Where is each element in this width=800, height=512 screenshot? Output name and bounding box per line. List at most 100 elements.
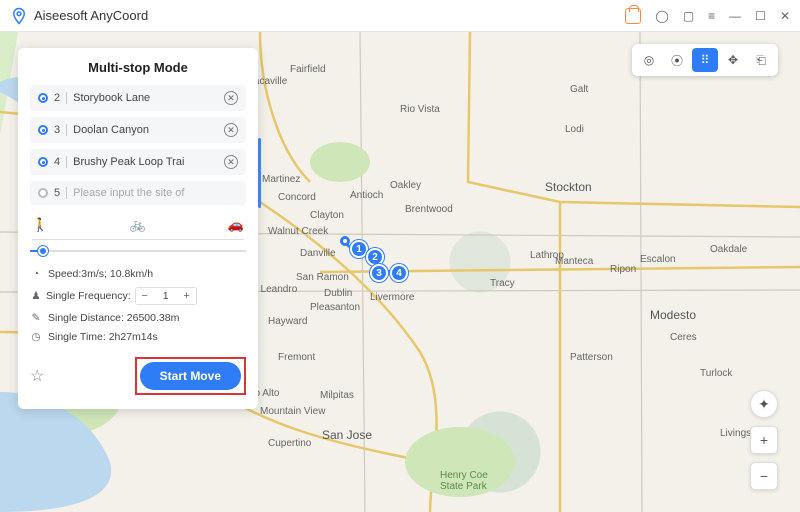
city-label: San Ramon bbox=[296, 272, 349, 283]
stop-number: 5 bbox=[54, 187, 60, 199]
city-label: Walnut Creek bbox=[268, 226, 328, 237]
city-label: Hayward bbox=[268, 316, 307, 327]
stop-row[interactable]: 3 Doolan Canyon ✕ bbox=[30, 117, 246, 143]
city-label: Stockton bbox=[545, 180, 592, 194]
zoom-in-button[interactable]: + bbox=[750, 426, 778, 454]
stop-number: 3 bbox=[54, 124, 60, 136]
city-label: Ceres bbox=[670, 332, 697, 343]
waypoint-start-dot[interactable] bbox=[340, 236, 350, 246]
stop-row[interactable]: 4 Brushy Peak Loop Trai ✕ bbox=[30, 149, 246, 175]
city-label: Turlock bbox=[700, 368, 732, 379]
city-label: Modesto bbox=[650, 308, 696, 322]
menu-icon[interactable]: ≡ bbox=[708, 9, 715, 23]
stop-number: 2 bbox=[54, 92, 60, 104]
city-label: Rio Vista bbox=[400, 104, 440, 115]
stop-placeholder: Please input the site of bbox=[73, 187, 238, 199]
window-minimize-icon[interactable]: — bbox=[729, 9, 741, 23]
freq-decrement[interactable]: − bbox=[136, 288, 154, 304]
mode-joystick-icon[interactable]: ✥ bbox=[720, 48, 746, 72]
city-label: Pleasanton bbox=[310, 302, 360, 313]
delete-stop-icon[interactable]: ✕ bbox=[224, 155, 238, 169]
city-label: Escalon bbox=[640, 254, 676, 265]
start-move-button[interactable]: Start Move bbox=[140, 362, 241, 390]
stop-row-empty[interactable]: 5 Please input the site of bbox=[30, 181, 246, 205]
city-label: Antioch bbox=[350, 190, 383, 201]
city-label: Martinez bbox=[262, 174, 300, 185]
person-icon: ♟ bbox=[30, 290, 42, 302]
freq-increment[interactable]: + bbox=[178, 288, 196, 304]
start-move-highlight: Start Move bbox=[135, 357, 246, 395]
radio-icon bbox=[38, 93, 48, 103]
city-label: Lathrop bbox=[530, 250, 564, 261]
app-title: Aiseesoft AnyCoord bbox=[34, 8, 625, 23]
radio-icon bbox=[38, 157, 48, 167]
city-label: Galt bbox=[570, 84, 588, 95]
waypoint-marker[interactable]: 3 bbox=[370, 264, 388, 282]
waypoint-marker[interactable]: 4 bbox=[390, 264, 408, 282]
city-label: Patterson bbox=[570, 352, 613, 363]
panel-title: Multi-stop Mode bbox=[30, 60, 246, 75]
city-label: Fairfield bbox=[290, 64, 326, 75]
compass-button[interactable]: ✦ bbox=[750, 390, 778, 418]
city-label: Lodi bbox=[565, 124, 584, 135]
city-label: Danville bbox=[300, 248, 336, 259]
stop-row[interactable]: 2 Storybook Lane ✕ bbox=[30, 85, 246, 111]
city-label: Livermore bbox=[370, 292, 414, 303]
city-label: Tracy bbox=[490, 278, 515, 289]
freq-value: 1 bbox=[154, 290, 178, 302]
cart-icon[interactable] bbox=[625, 8, 641, 24]
speed-readout: ◔Speed:3m/s; 10.8km/h bbox=[30, 268, 246, 280]
stop-number: 4 bbox=[54, 156, 60, 168]
frequency-row: ♟ Single Frequency: − 1 + bbox=[30, 287, 246, 305]
city-label: Concord bbox=[278, 192, 316, 203]
user-icon[interactable]: ◯ bbox=[655, 9, 668, 23]
park-label: Henry Coe State Park bbox=[440, 470, 488, 492]
clock-icon: ◷ bbox=[30, 331, 42, 343]
bike-mode-icon[interactable]: 🚲 bbox=[130, 217, 146, 233]
map-controls: ✦ + − bbox=[750, 390, 778, 490]
transport-modes: 🚶 🚲 🚗 bbox=[32, 217, 244, 240]
mode-onestop-icon[interactable]: ⦿ bbox=[664, 48, 690, 72]
delete-stop-icon[interactable]: ✕ bbox=[224, 91, 238, 105]
slider-thumb[interactable] bbox=[38, 246, 48, 256]
mode-exit-icon[interactable]: ⎗ bbox=[748, 48, 774, 72]
route-panel: Multi-stop Mode 2 Storybook Lane ✕ 3 Doo… bbox=[18, 48, 258, 409]
ruler-icon: ✎ bbox=[30, 312, 42, 324]
city-label: Oakley bbox=[390, 180, 421, 191]
waypoint-marker[interactable]: 2 bbox=[366, 248, 384, 266]
window-close-icon[interactable]: ✕ bbox=[780, 9, 790, 23]
time-readout: ◷Single Time: 2h27m14s bbox=[30, 331, 246, 343]
city-label: Brentwood bbox=[405, 204, 453, 215]
window-restore-icon[interactable]: ▢ bbox=[683, 9, 694, 23]
favorite-icon[interactable]: ☆ bbox=[30, 366, 44, 386]
city-label: Mountain View bbox=[260, 406, 325, 417]
stop-name: Storybook Lane bbox=[73, 92, 224, 104]
app-logo-icon bbox=[10, 7, 28, 25]
zoom-out-button[interactable]: − bbox=[750, 462, 778, 490]
city-label: Milpitas bbox=[320, 390, 354, 401]
title-bar: Aiseesoft AnyCoord ◯ ▢ ≡ — ☐ ✕ bbox=[0, 0, 800, 32]
city-label: Cupertino bbox=[268, 438, 311, 449]
speed-slider[interactable] bbox=[30, 244, 246, 258]
city-label: San Jose bbox=[322, 428, 372, 442]
city-label: Clayton bbox=[310, 210, 344, 221]
city-label: Fremont bbox=[278, 352, 315, 363]
city-label: Ripon bbox=[610, 264, 636, 275]
window-maximize-icon[interactable]: ☐ bbox=[755, 9, 766, 23]
map-mode-toolbar: ◎ ⦿ ⠿ ✥ ⎗ bbox=[632, 44, 778, 76]
car-mode-icon[interactable]: 🚗 bbox=[228, 217, 244, 233]
stop-name: Doolan Canyon bbox=[73, 124, 224, 136]
frequency-stepper: − 1 + bbox=[135, 287, 197, 305]
mode-teleport-icon[interactable]: ◎ bbox=[636, 48, 662, 72]
walk-mode-icon[interactable]: 🚶 bbox=[32, 217, 48, 233]
delete-stop-icon[interactable]: ✕ bbox=[224, 123, 238, 137]
gauge-icon: ◔ bbox=[30, 268, 42, 280]
stop-name: Brushy Peak Loop Trai bbox=[73, 156, 224, 168]
mode-multistop-icon[interactable]: ⠿ bbox=[692, 48, 718, 72]
radio-icon bbox=[38, 125, 48, 135]
city-label: Dublin bbox=[324, 288, 352, 299]
distance-readout: ✎Single Distance: 26500.38m bbox=[30, 312, 246, 324]
radio-icon bbox=[38, 188, 48, 198]
scrollbar-indicator[interactable] bbox=[258, 138, 261, 208]
city-label: Oakdale bbox=[710, 244, 747, 255]
